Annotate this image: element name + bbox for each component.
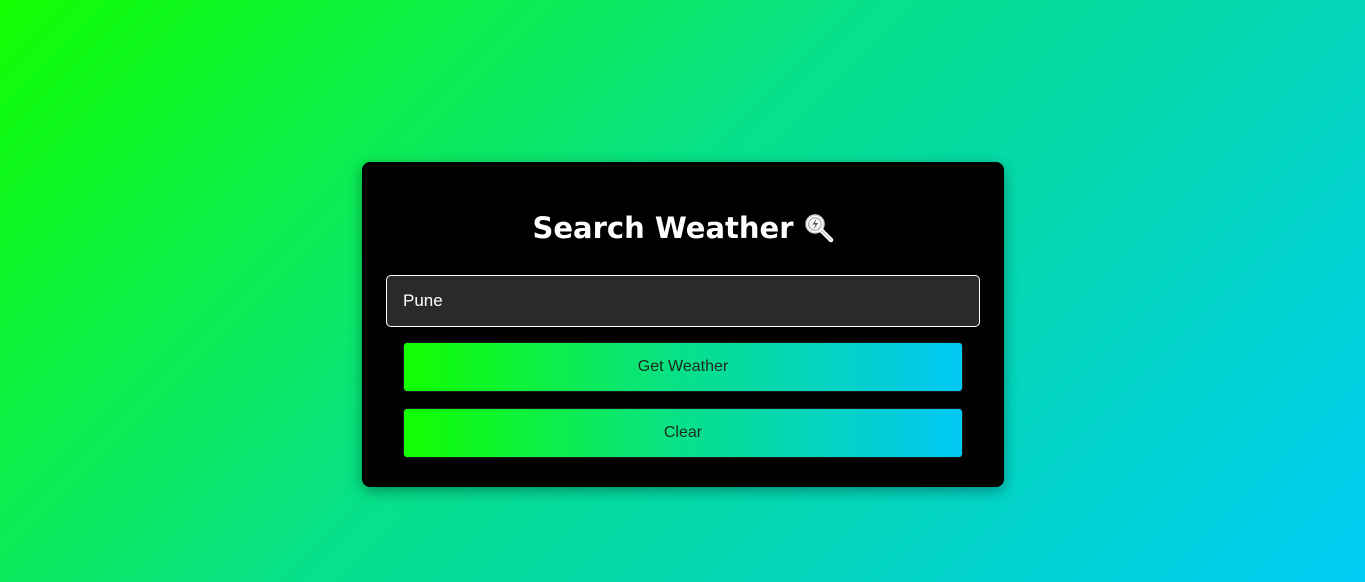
get-weather-button[interactable]: Get Weather <box>403 342 963 392</box>
page-title: Search Weather <box>362 208 1004 248</box>
page-title-text: Search Weather <box>532 211 794 245</box>
clear-button[interactable]: Clear <box>403 408 963 458</box>
magnifier-icon <box>802 212 834 244</box>
weather-search-card: Search Weather Get Weather Clear <box>362 162 1004 487</box>
city-search-input[interactable] <box>386 275 980 327</box>
